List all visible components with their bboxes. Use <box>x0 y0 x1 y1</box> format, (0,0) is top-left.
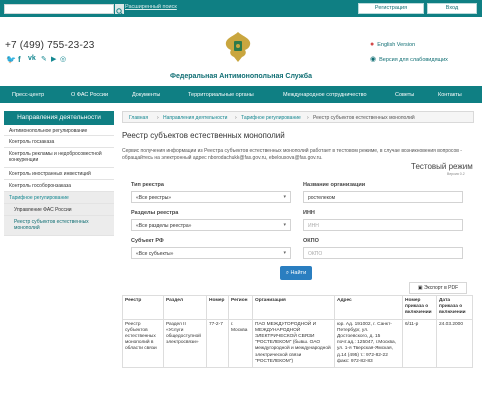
social-links: 🐦 f vk ✎ ▶ ◎ <box>6 55 66 65</box>
org-name-label: Название организации <box>303 182 366 188</box>
org-name-input[interactable]: ростелеком <box>303 191 463 203</box>
breadcrumb-home[interactable]: Главная <box>129 115 148 121</box>
menu-item-press[interactable]: Пресс-центр <box>12 92 44 98</box>
search-icon[interactable] <box>115 4 124 16</box>
chevron-down-icon: ▾ <box>283 250 286 256</box>
registry-type-select[interactable]: «Все реестры» ▾ <box>131 191 291 203</box>
sidebar-item-antimonopoly[interactable]: Антимонопольное регулирование <box>4 125 114 136</box>
search-button-icon: ⌕ <box>285 270 289 276</box>
table-header-number: Номер <box>206 295 229 320</box>
table-header-order-number: Номер приказа о включении <box>402 295 437 320</box>
advanced-search-link[interactable]: Расширенный поиск <box>125 4 177 10</box>
table-header-order-date: Дата приказа о включении <box>436 295 473 320</box>
breadcrumb-separator: › <box>157 115 159 121</box>
cell-address: юр. Ад. 191002, г. Санкт-Петербург, ул. … <box>334 318 403 369</box>
menu-item-advice[interactable]: Советы <box>395 92 414 98</box>
table-header-organization: Организация <box>252 295 335 320</box>
registry-type-label: Тип реестра <box>131 182 164 188</box>
table-header-section: Раздел <box>163 295 207 320</box>
glasses-icon: ◉ <box>370 56 377 63</box>
table-row[interactable]: Реестр субъектов естественных монополий … <box>122 318 473 369</box>
okpo-input[interactable]: ОКПО <box>303 247 463 259</box>
test-mode-label: Тестовый режим <box>411 162 473 171</box>
cell-order-number: 6/11-р <box>402 318 437 369</box>
sidebar-item-management[interactable]: Управление ФАС России <box>4 204 114 216</box>
breadcrumb-separator: › <box>235 115 237 121</box>
find-button[interactable]: ⌕ Найти <box>280 266 312 280</box>
facebook-icon[interactable]: f <box>18 55 21 64</box>
breadcrumb: Главная › Направления деятельности › Тар… <box>122 111 474 123</box>
okpo-label: ОКПО <box>303 238 319 244</box>
registration-button[interactable]: Регистрация <box>358 3 424 14</box>
export-pdf-button[interactable]: ▣ Экспорт в PDF <box>409 282 467 294</box>
subject-value: «Все субъекты» <box>136 251 174 257</box>
cell-section: Раздел II «Услуги общедоступной электрос… <box>163 318 207 369</box>
menu-item-about[interactable]: О ФАС России <box>71 92 108 98</box>
sidebar-item-foreign-investment[interactable]: Контроль иностранных инвестиций <box>4 168 114 180</box>
english-version-label: English Version <box>377 42 416 48</box>
low-vision-label: Версия для слабовидящих <box>379 57 448 63</box>
cell-organization: ПАО МЕЖДУГОРОДНОЙ И МЕЖДУНАРОДНОЙ ЭЛЕКТР… <box>252 318 335 369</box>
youtube-icon[interactable]: ▶ <box>51 55 56 63</box>
registry-type-value: «Все реестры» <box>136 195 172 201</box>
login-button[interactable]: Вход <box>427 3 477 14</box>
table-header-address: Адрес <box>334 295 403 320</box>
flag-icon: ● <box>370 41 375 48</box>
inn-input[interactable]: ИНН <box>303 219 463 231</box>
sidebar-title: Направления деятельности <box>4 111 114 125</box>
chevron-down-icon: ▾ <box>283 194 286 200</box>
lj-icon[interactable]: ✎ <box>41 55 47 63</box>
menu-item-international[interactable]: Международное сотрудничество <box>283 92 367 98</box>
table-header-registry: Реестр <box>122 295 164 320</box>
menu-item-documents[interactable]: Документы <box>132 92 160 98</box>
sections-label: Разделы реестра <box>131 210 179 216</box>
sections-value: «Все разделы реестра» <box>136 223 192 229</box>
table-header-region: Регион <box>228 295 253 320</box>
low-vision-link[interactable]: ◉ Версия для слабовидящих <box>370 55 448 63</box>
menu-item-contacts[interactable]: Контакты <box>438 92 462 98</box>
phone-number: +7 (499) 755-23-23 <box>5 40 95 51</box>
cell-region: г. Москва <box>228 318 253 369</box>
find-button-label: Найти <box>290 270 307 276</box>
sidebar-item-advertising[interactable]: Контроль рекламы и недобросовестной конк… <box>4 148 114 168</box>
version-label: Версия 0.2 <box>447 172 465 176</box>
page-title: Реестр субъектов естественных монополий <box>122 131 285 140</box>
pdf-icon: ▣ <box>417 285 423 291</box>
registry-table: Реестр Раздел Номер Регион Организация А… <box>122 295 473 369</box>
page-description: Сервис получения информации из Реестра с… <box>122 148 462 161</box>
sections-select[interactable]: «Все разделы реестра» ▾ <box>131 219 291 231</box>
cell-registry: Реестр субъектов естественных монополий … <box>122 318 164 369</box>
vk-icon[interactable]: vk <box>28 55 36 62</box>
breadcrumb-tariff[interactable]: Тарифное регулирование <box>241 115 301 121</box>
sidebar-item-procurement[interactable]: Контроль госзаказа <box>4 136 114 148</box>
twitter-icon[interactable]: 🐦 <box>6 55 16 64</box>
inn-label: ИНН <box>303 210 315 216</box>
emblem-icon <box>222 30 254 64</box>
subject-select[interactable]: «Все субъекты» ▾ <box>131 247 291 259</box>
breadcrumb-directions[interactable]: Направления деятельности <box>163 115 227 121</box>
search-input[interactable] <box>4 4 114 14</box>
chevron-down-icon: ▾ <box>283 222 286 228</box>
export-pdf-label: Экспорт в PDF <box>423 285 459 291</box>
agency-title: Федеральная Антимонопольная Служба <box>170 73 312 80</box>
sidebar-item-defense-order[interactable]: Контроль гособоронзаказа <box>4 180 114 192</box>
breadcrumb-separator: › <box>307 115 309 121</box>
subject-label: Субъект РФ <box>131 238 164 244</box>
sidebar-item-tariff[interactable]: Тарифное регулирование <box>4 192 114 204</box>
menu-item-territorial[interactable]: Территориальные органы <box>188 92 254 98</box>
instagram-icon[interactable]: ◎ <box>60 55 66 63</box>
cell-number: 77-2-7 <box>206 318 229 369</box>
sidebar-item-registry[interactable]: Реестр субъектов естественных монополий <box>4 216 114 236</box>
english-version-link[interactable]: ● English Version <box>370 41 415 48</box>
cell-order-date: 24.03.2000 <box>436 318 473 369</box>
breadcrumb-current: Реестр субъектов естественных монополий <box>313 115 415 121</box>
